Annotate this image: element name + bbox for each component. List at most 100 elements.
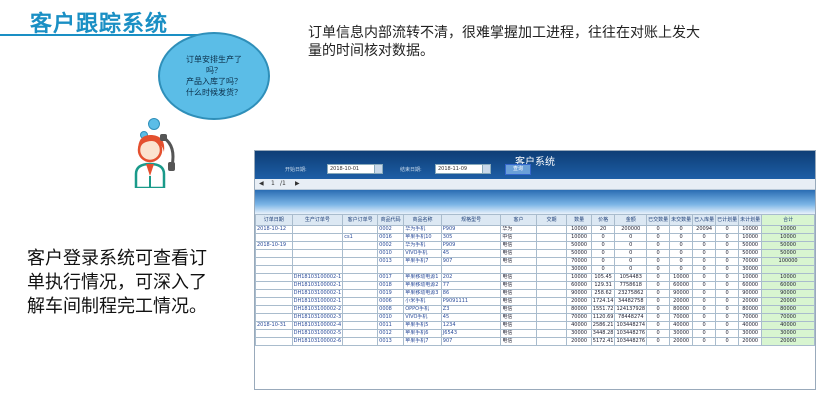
table-cell <box>535 289 568 298</box>
column-header[interactable]: 未计划量 <box>738 214 763 226</box>
table-cell: 0 <box>590 265 616 274</box>
table-cell: 90000 <box>669 289 694 298</box>
bubble-tail-dot <box>148 118 160 130</box>
start-date-input[interactable]: 2018-10-01 <box>327 164 376 174</box>
table-cell: 0 <box>715 281 740 290</box>
table-cell: 2018-10-12 <box>255 225 293 234</box>
table-cell: 0 <box>614 241 648 250</box>
table-cell: 907 <box>440 337 502 346</box>
column-header[interactable]: 客户订单号 <box>342 214 379 226</box>
table-cell: 0 <box>692 241 717 250</box>
table-cell: 0 <box>715 249 740 258</box>
table-row[interactable]: DH18103100002-6 0013 苹果手机7 907 电信 20000 5172.4… <box>255 337 815 346</box>
column-header[interactable]: 交期 <box>535 214 568 226</box>
end-calendar-icon[interactable] <box>482 164 491 174</box>
column-header[interactable]: 订单日期 <box>255 214 293 226</box>
table-cell <box>342 337 379 346</box>
table-row[interactable]: DH18103100002-5 0012 苹果手机6 J6543 电信 30000 3448… <box>255 329 815 338</box>
table-cell: 苹果手机7 <box>403 257 442 266</box>
column-header[interactable]: 商品代码 <box>377 214 405 226</box>
table-cell: 30000 <box>738 265 763 274</box>
table-cell: 10000 <box>761 225 815 234</box>
table-cell: OPPO手机 <box>403 305 442 314</box>
table-cell: 电信 <box>500 305 537 314</box>
table-row[interactable]: 2018-10-19 0002 华为手机 P909 电信 50000 0 0 0 0 0 0 50000… <box>255 241 815 250</box>
table-cell <box>291 233 344 242</box>
customer-service-icon <box>134 134 175 188</box>
table-cell: 0 <box>692 305 717 314</box>
table-cell: 10000 <box>738 233 763 242</box>
prev-page-icon[interactable]: ◀ <box>259 179 264 189</box>
column-header[interactable]: 客户 <box>500 214 537 226</box>
query-button[interactable]: 查询 <box>505 164 531 175</box>
table-cell: 电信 <box>500 249 537 258</box>
table-cell: 0 <box>646 233 671 242</box>
table-cell <box>535 265 568 274</box>
table-cell <box>377 265 405 274</box>
table-cell <box>535 305 568 314</box>
table-cell: 0013 <box>377 257 405 266</box>
table-row[interactable]: 2018-10-12 0002 华为手机 P909 华为 10000 20 200000 0 0 2… <box>255 225 815 234</box>
table-cell: 0 <box>715 313 740 322</box>
table-cell: 苹果移动电源1 <box>403 273 442 282</box>
column-header[interactable]: 已入库量 <box>692 214 717 226</box>
table-row[interactable]: 0010 VIVO手机 45 电信 50000 0 0 0 0 0 0 50000 50000 <box>255 249 815 258</box>
table-cell <box>535 233 568 242</box>
table-cell <box>291 225 344 234</box>
column-header[interactable]: 商品名称 <box>403 214 442 226</box>
table-cell: VIVO手机 <box>403 249 442 258</box>
table-cell <box>342 329 379 338</box>
table-cell: 电信 <box>500 281 537 290</box>
table-cell <box>535 281 568 290</box>
table-cell: P9091111 <box>440 297 502 306</box>
table-row[interactable]: DH18103100002-1 0006 小米手机 P9091111 电信 20000 17… <box>255 297 815 306</box>
table-cell: 0 <box>614 257 648 266</box>
column-header[interactable]: 金额 <box>614 214 648 226</box>
table-cell <box>342 297 379 306</box>
table-cell: 华为手机 <box>403 241 442 250</box>
table-cell: DH18103100002-1 <box>291 297 344 306</box>
next-page-icon[interactable]: ▶ <box>295 179 300 189</box>
table-cell <box>342 321 379 330</box>
table-cell <box>342 313 379 322</box>
page-number[interactable]: 1 <box>271 179 275 189</box>
table-row[interactable]: 30000 0 0 0 0 0 0 30000 <box>255 265 815 274</box>
table-cell: 20094 <box>692 225 717 234</box>
table-row[interactable]: DH18103100002-1 0017 苹果移动电源1 202 电信 10000 105.… <box>255 273 815 282</box>
column-header[interactable]: 已交数量 <box>646 214 671 226</box>
table-row[interactable]: DH18103100002-2 0008 OPPO手机 Z3 电信 80000 1551.7… <box>255 305 815 314</box>
table-cell: 60000 <box>738 281 763 290</box>
column-header[interactable]: 规格型号 <box>440 214 502 226</box>
table-cell: 0008 <box>377 305 405 314</box>
column-header[interactable]: 合计 <box>761 214 815 226</box>
table-row[interactable]: 2018-10-31 DH18103100002-4 0011 苹果手机5 1234 电信… <box>255 321 815 330</box>
table-row[interactable]: DH18103100002-1 0019 苹果移动电源3 86 电信 90000 258.6… <box>255 289 815 298</box>
table-cell: 50000 <box>738 249 763 258</box>
table-cell: 20000 <box>761 337 815 346</box>
table-cell: 80000 <box>761 305 815 314</box>
table-cell <box>255 337 293 346</box>
table-cell <box>403 265 442 274</box>
table-cell: 0 <box>692 265 717 274</box>
table-cell: 10000 <box>738 273 763 282</box>
table-cell: 0 <box>646 289 671 298</box>
table-row[interactable]: DH18103100002-1 0018 苹果移动电源2 77 电信 60000 129.3… <box>255 281 815 290</box>
table-cell: 0 <box>646 273 671 282</box>
table-cell: 105.45 <box>590 273 616 282</box>
column-header[interactable]: 未交数量 <box>669 214 694 226</box>
table-cell: 电信 <box>500 337 537 346</box>
table-cell: 40000 <box>566 321 592 330</box>
table-row[interactable]: DH18103100002-3 0010 VIVO手机 45 电信 70000 1120.6… <box>255 313 815 322</box>
table-row[interactable]: cs1 0016 苹果手机10 305 中信 10000 0 0 0 0 0 0 10000 10000 <box>255 233 815 242</box>
table-cell <box>342 249 379 258</box>
end-date-input[interactable]: 2018-11-09 <box>435 164 484 174</box>
start-date-label: 开始日期: <box>285 167 307 173</box>
column-header[interactable]: 数量 <box>566 214 592 226</box>
start-calendar-icon[interactable] <box>374 164 383 174</box>
table-row[interactable]: 0013 苹果手机7 907 电信 70000 0 0 0 0 0 0 70000 100000 <box>255 257 815 266</box>
column-header[interactable]: 已计划量 <box>715 214 740 226</box>
column-header[interactable]: 生产订单号 <box>291 214 344 226</box>
table-cell: 0012 <box>377 329 405 338</box>
table-cell: 124137928 <box>614 305 648 314</box>
column-header[interactable]: 价格 <box>590 214 616 226</box>
